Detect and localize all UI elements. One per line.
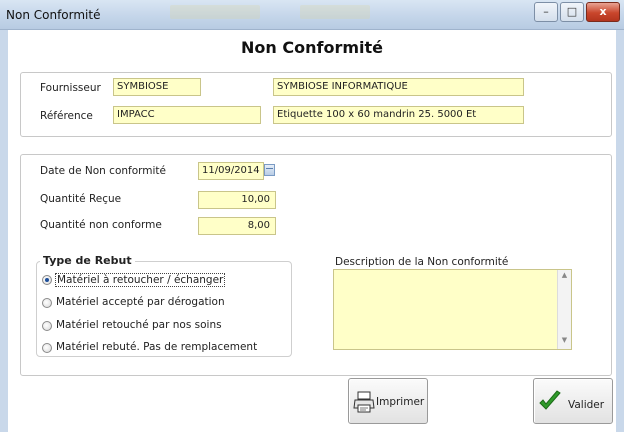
printer-icon — [353, 391, 375, 413]
scroll-up-icon[interactable]: ▲ — [558, 271, 571, 283]
description-scrollbar[interactable]: ▲ ▼ — [557, 270, 571, 349]
scroll-down-icon[interactable]: ▼ — [558, 336, 571, 348]
calendar-icon[interactable] — [264, 164, 275, 176]
checkmark-icon — [539, 390, 561, 410]
date-nc-label: Date de Non conformité — [40, 165, 166, 177]
window-frame-right — [616, 30, 624, 432]
rebut-option-radio[interactable] — [42, 343, 52, 353]
rebut-option-radio[interactable] — [42, 275, 52, 285]
titlebar-ghost-tab — [300, 5, 370, 19]
close-button[interactable]: x — [586, 2, 620, 22]
reference-label: Référence — [40, 110, 93, 122]
rebut-option-radio[interactable] — [42, 321, 52, 331]
date-nc-field[interactable]: 11/09/2014 — [198, 162, 264, 180]
qte-recue-label: Quantité Reçue — [40, 193, 122, 205]
reference-description-field[interactable]: Etiquette 100 x 60 mandrin 25. 5000 Et — [273, 106, 524, 124]
validate-button-label: Valider — [568, 399, 605, 411]
maximize-button[interactable]: □ — [560, 2, 584, 22]
minimize-button[interactable]: – — [534, 2, 558, 22]
maximize-icon: □ — [566, 5, 578, 18]
type-rebut-title: Type de Rebut — [40, 254, 135, 267]
fournisseur-name-field[interactable]: SYMBIOSE INFORMATIQUE — [273, 78, 524, 96]
validate-button[interactable]: Valider — [533, 378, 613, 424]
description-textarea[interactable]: ▲ ▼ — [333, 269, 572, 350]
qte-nc-label: Quantité non conforme — [40, 219, 162, 231]
rebut-option-radio[interactable] — [42, 298, 52, 308]
description-label: Description de la Non conformité — [335, 256, 509, 268]
reference-code-field[interactable]: IMPACC — [113, 106, 261, 124]
qte-recue-field[interactable]: 10,00 — [198, 191, 276, 209]
fournisseur-code-field[interactable]: SYMBIOSE — [113, 78, 201, 96]
window-title: Non Conformité — [6, 8, 101, 22]
close-icon: x — [599, 5, 607, 18]
form-heading: Non Conformité — [241, 38, 383, 57]
titlebar-ghost-tab — [170, 5, 260, 19]
print-button-label: Imprimer — [376, 396, 425, 408]
rebut-option-label[interactable]: Matériel retouché par nos soins — [56, 319, 222, 331]
rebut-option-label[interactable]: Matériel rebuté. Pas de remplacement — [56, 341, 257, 353]
window-frame-left — [0, 30, 8, 432]
minimize-icon: – — [543, 5, 549, 18]
rebut-option-label[interactable]: Matériel à retoucher / échanger — [55, 273, 226, 287]
window-titlebar[interactable]: Non Conformité – □ x — [0, 0, 624, 30]
print-button[interactable]: Imprimer — [348, 378, 428, 424]
rebut-option-label[interactable]: Matériel accepté par dérogation — [56, 296, 225, 308]
fournisseur-label: Fournisseur — [40, 82, 101, 94]
qte-nc-field[interactable]: 8,00 — [198, 217, 276, 235]
